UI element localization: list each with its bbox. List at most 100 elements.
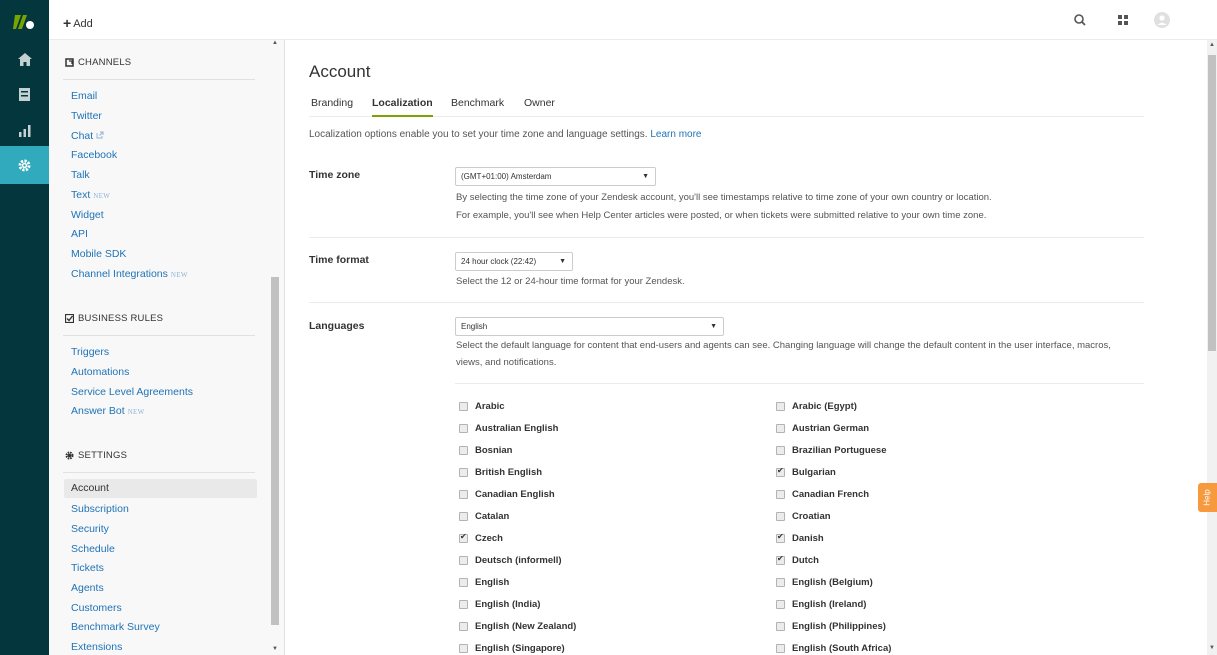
language-option[interactable]: English (New Zealand) (459, 621, 576, 632)
language-option[interactable]: British English (459, 467, 542, 478)
language-checkbox[interactable] (459, 578, 468, 587)
language-option[interactable]: English (Belgium) (776, 577, 873, 588)
page-scroll-thumb[interactable] (1208, 55, 1216, 351)
language-option[interactable]: Dutch (776, 554, 819, 566)
language-checkbox[interactable] (776, 490, 785, 499)
language-checkbox[interactable] (776, 532, 785, 543)
language-option[interactable]: Bulgarian (776, 466, 836, 478)
language-checkbox[interactable] (459, 402, 468, 411)
sidebar-item-automations[interactable]: Automations (71, 365, 129, 379)
help-widget-button[interactable]: Help (1198, 483, 1217, 512)
sidebar-item-triggers[interactable]: Triggers (71, 345, 109, 359)
language-option[interactable]: Bosnian (459, 445, 512, 456)
sidebar-scrollbar[interactable] (271, 277, 279, 625)
default-language-select[interactable]: English ▼ (455, 317, 724, 336)
sidebar-item-agents[interactable]: Agents (71, 581, 104, 595)
views-icon[interactable] (0, 75, 49, 113)
language-option[interactable]: Arabic (459, 401, 505, 412)
language-checkbox[interactable] (776, 622, 785, 631)
tab-benchmark[interactable]: Benchmark (451, 97, 504, 109)
apps-icon[interactable] (1114, 11, 1132, 29)
language-option[interactable]: Canadian French (776, 489, 869, 500)
language-checkbox[interactable] (459, 424, 468, 433)
language-option[interactable]: Canadian English (459, 489, 555, 500)
language-checkbox[interactable] (459, 556, 468, 565)
language-checkbox[interactable] (776, 402, 785, 411)
language-name: Bosnian (475, 445, 513, 456)
home-icon[interactable] (0, 40, 49, 78)
sidebar-item-facebook[interactable]: Facebook (71, 148, 117, 162)
language-checkbox[interactable] (459, 512, 468, 521)
sidebar-item-email[interactable]: Email (71, 89, 97, 103)
language-checkbox[interactable] (459, 622, 468, 631)
language-option[interactable]: English (459, 577, 509, 588)
language-checkbox[interactable] (459, 468, 468, 477)
reporting-icon[interactable] (0, 112, 49, 150)
page-title: Account (309, 62, 371, 81)
page-scrollbar[interactable]: ▲ ▼ (1207, 40, 1217, 655)
language-checkbox[interactable] (776, 466, 785, 477)
sidebar-item-mobile-sdk[interactable]: Mobile SDK (71, 247, 126, 261)
tab-owner[interactable]: Owner (524, 97, 555, 109)
language-checkbox[interactable] (459, 490, 468, 499)
language-option[interactable]: Czech (459, 532, 503, 544)
sidebar-item-tickets[interactable]: Tickets (71, 561, 104, 575)
sidebar-item-security[interactable]: Security (71, 522, 109, 536)
sidebar-item-channel-integrations[interactable]: Channel Integrations NEW (71, 267, 188, 282)
sidebar-item-account[interactable]: Account (64, 479, 257, 498)
sidebar-scroll-up-arrow[interactable]: ▲ (272, 40, 278, 46)
scroll-up-arrow[interactable]: ▲ (1209, 42, 1215, 48)
language-checkbox[interactable] (459, 446, 468, 455)
language-option[interactable]: English (Ireland) (776, 599, 866, 610)
sidebar-item-api[interactable]: API (71, 227, 88, 241)
sidebar-item-text[interactable]: Text NEW (71, 188, 110, 203)
sidebar-item-chat[interactable]: Chat (71, 129, 104, 143)
language-checkbox[interactable] (776, 446, 785, 455)
language-option[interactable]: Arabic (Egypt) (776, 401, 857, 412)
learn-more-link[interactable]: Learn more (650, 129, 701, 140)
language-option[interactable]: Croatian (776, 511, 831, 522)
time-zone-select[interactable]: (GMT+01:00) Amsterdam ▼ (455, 167, 656, 186)
language-option[interactable]: English (Singapore) (459, 643, 565, 654)
sidebar-item-subscription[interactable]: Subscription (71, 502, 129, 516)
sidebar-item-twitter[interactable]: Twitter (71, 109, 102, 123)
time-format-select[interactable]: 24 hour clock (22:42) ▼ (455, 252, 573, 271)
language-option[interactable]: English (Philippines) (776, 621, 886, 632)
tab-branding[interactable]: Branding (311, 97, 353, 109)
language-checkbox[interactable] (776, 644, 785, 653)
sidebar-scroll-down-arrow[interactable]: ▼ (272, 646, 278, 652)
sidebar-item-widget[interactable]: Widget (71, 208, 104, 222)
language-checkbox[interactable] (459, 644, 468, 653)
language-option[interactable]: Deutsch (informell) (459, 555, 562, 566)
sidebar-item-customers[interactable]: Customers (71, 601, 122, 615)
avatar-icon[interactable] (1153, 11, 1171, 29)
language-option[interactable]: Catalan (459, 511, 509, 522)
language-option[interactable]: English (South Africa) (776, 643, 891, 654)
language-checkbox[interactable] (776, 424, 785, 433)
search-icon[interactable] (1071, 11, 1089, 29)
scroll-down-arrow[interactable]: ▼ (1209, 645, 1215, 651)
language-option[interactable]: Australian English (459, 423, 558, 434)
sidebar-item-sla[interactable]: Service Level Agreements (71, 385, 193, 399)
sidebar-item-answer-bot[interactable]: Answer Bot NEW (71, 404, 145, 419)
language-option[interactable]: Brazilian Portuguese (776, 445, 887, 456)
zendesk-logo[interactable] (13, 13, 37, 31)
add-button[interactable]: + Add (63, 14, 93, 31)
tab-localization[interactable]: Localization (372, 97, 433, 117)
language-option[interactable]: Austrian German (776, 423, 869, 434)
divider (309, 237, 1144, 238)
language-option[interactable]: Danish (776, 532, 824, 544)
language-checkbox[interactable] (776, 600, 785, 609)
sidebar-item-benchmark-survey[interactable]: Benchmark Survey (71, 620, 160, 634)
language-option[interactable]: English (India) (459, 599, 540, 610)
language-checkbox[interactable] (459, 532, 468, 543)
admin-gear-icon[interactable] (0, 146, 49, 184)
sidebar-item-schedule[interactable]: Schedule (71, 542, 115, 556)
sidebar-item-talk[interactable]: Talk (71, 168, 90, 182)
language-checkbox[interactable] (776, 554, 785, 565)
sidebar-item-extensions[interactable]: Extensions (71, 640, 122, 654)
language-checkbox[interactable] (459, 600, 468, 609)
language-name: Arabic (Egypt) (792, 401, 857, 412)
language-checkbox[interactable] (776, 512, 785, 521)
language-checkbox[interactable] (776, 578, 785, 587)
